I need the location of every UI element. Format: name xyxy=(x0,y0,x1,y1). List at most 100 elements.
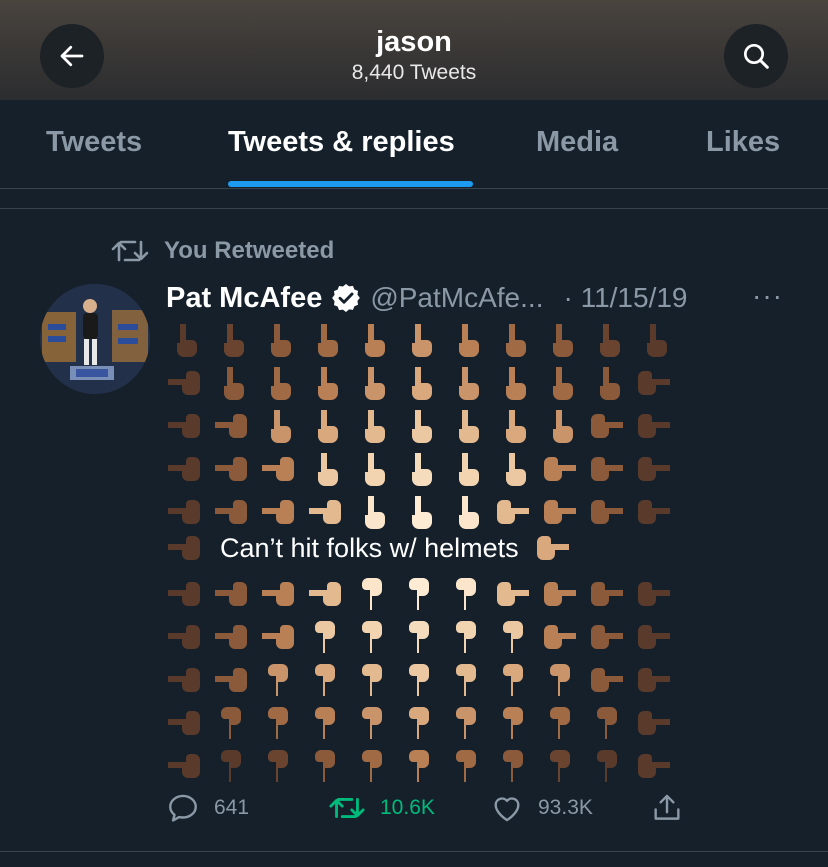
pointing-hand-emoji xyxy=(412,410,432,443)
tweet-text: Can’t hit folks w/ helmets xyxy=(220,532,519,563)
emoji-row xyxy=(166,404,670,447)
like-count: 93.3K xyxy=(538,796,593,819)
pointing-hand-emoji xyxy=(365,324,385,357)
pointing-hand-emoji xyxy=(409,578,429,610)
pointing-hand-emoji xyxy=(215,582,247,606)
emoji-art-grid xyxy=(166,318,670,533)
emoji-row xyxy=(166,615,670,658)
pointing-hand-emoji xyxy=(544,582,576,606)
emoji-row xyxy=(166,572,670,615)
pointing-hand-emoji xyxy=(362,621,382,653)
pointing-hand-emoji xyxy=(215,625,247,649)
pointing-hand-emoji xyxy=(638,668,670,692)
tweet-count: 8,440 Tweets xyxy=(351,61,477,84)
retweet-button[interactable]: 10.6K xyxy=(328,788,435,828)
pointing-hand-emoji xyxy=(268,664,288,696)
pointing-hand-emoji xyxy=(503,621,523,653)
pointing-hand-emoji xyxy=(271,367,291,400)
pointing-hand-emoji xyxy=(221,707,241,739)
avatar[interactable] xyxy=(40,284,150,394)
emoji-row xyxy=(166,318,670,361)
tab-likes[interactable]: Likes xyxy=(706,126,780,159)
tweet-actions: 641 10.6K 93.3K xyxy=(166,788,706,828)
pointing-hand-emoji xyxy=(591,414,623,438)
emoji-row xyxy=(166,701,670,744)
pointing-hand-emoji xyxy=(412,453,432,486)
pointing-hand-emoji xyxy=(638,371,670,395)
pointing-hand-emoji xyxy=(638,414,670,438)
pointing-hand-emoji xyxy=(456,707,476,739)
pointing-hand-emoji xyxy=(168,754,200,778)
pointing-hand-emoji xyxy=(362,707,382,739)
pointing-hand-emoji xyxy=(591,582,623,606)
pointing-hand-emoji xyxy=(544,625,576,649)
pointing-hand-emoji xyxy=(553,324,573,357)
tab-tweets[interactable]: Tweets xyxy=(46,126,142,159)
pointing-hand-emoji xyxy=(318,367,338,400)
like-button[interactable]: 93.3K xyxy=(490,788,593,828)
pointing-hand-emoji xyxy=(365,410,385,443)
divider xyxy=(0,208,828,209)
pointing-hand-emoji xyxy=(168,668,200,692)
search-button[interactable] xyxy=(724,24,788,88)
pointing-hand-emoji xyxy=(591,668,623,692)
reply-count: 641 xyxy=(214,796,250,819)
pointing-hand-emoji xyxy=(638,582,670,606)
tweet-date[interactable]: · 11/15/19 xyxy=(563,282,687,314)
pointing-hand-emoji xyxy=(503,750,523,782)
pointing-hand-emoji xyxy=(365,367,385,400)
author-name[interactable]: Pat McAfee xyxy=(166,282,322,315)
retweet-label: You Retweeted xyxy=(164,237,335,264)
pointing-hand-emoji xyxy=(221,750,241,782)
share-button[interactable] xyxy=(650,788,684,828)
profile-header: jason 8,440 Tweets xyxy=(0,0,828,100)
pointing-hand-emoji xyxy=(638,625,670,649)
pointing-hand-emoji xyxy=(309,582,341,606)
tab-media[interactable]: Media xyxy=(536,126,618,159)
pointing-hand-emoji xyxy=(506,453,526,486)
pointing-hand-emoji xyxy=(315,707,335,739)
pointing-hand-emoji xyxy=(506,410,526,443)
pointing-hand-emoji xyxy=(638,754,670,778)
pointing-hand-emoji xyxy=(638,500,670,524)
emoji-row xyxy=(166,744,670,787)
pointing-hand-emoji xyxy=(271,324,291,357)
pointing-hand-emoji xyxy=(456,664,476,696)
pointing-hand-emoji xyxy=(503,707,523,739)
pointing-hand-emoji xyxy=(503,664,523,696)
pointing-hand-emoji xyxy=(456,750,476,782)
pointing-hand-emoji xyxy=(177,324,197,357)
pointing-hand-emoji xyxy=(215,668,247,692)
tweet-text-row: Can’t hit folks w/ helmets xyxy=(166,525,573,571)
reply-icon xyxy=(169,794,197,822)
pointing-hand-emoji xyxy=(409,664,429,696)
active-tab-indicator xyxy=(228,181,473,187)
pointing-hand-emoji xyxy=(315,750,335,782)
pointing-hand-emoji xyxy=(168,414,200,438)
pointing-hand-emoji xyxy=(638,457,670,481)
tab-tweets-replies[interactable]: Tweets & replies xyxy=(228,126,455,159)
reply-button[interactable]: 641 xyxy=(166,788,249,828)
pointing-hand-emoji xyxy=(224,324,244,357)
pointing-hand-emoji xyxy=(362,750,382,782)
pointing-hand-emoji xyxy=(262,457,294,481)
pointing-hand-emoji xyxy=(591,500,623,524)
retweet-count: 10.6K xyxy=(380,796,435,819)
pointing-hand-emoji xyxy=(647,324,667,357)
pointing-hand-emoji xyxy=(506,324,526,357)
pointing-hand-emoji xyxy=(553,367,573,400)
author-handle[interactable]: @PatMcAfe... xyxy=(370,282,543,314)
pointing-hand-emoji xyxy=(459,324,479,357)
pointing-hand-emoji xyxy=(544,457,576,481)
tweet-author-row: Pat McAfee @PatMcAfe... · 11/15/19 xyxy=(166,280,688,316)
pointing-hand-emoji xyxy=(318,324,338,357)
pointing-hand-emoji xyxy=(318,453,338,486)
pointing-hand-emoji xyxy=(271,410,291,443)
more-options-icon[interactable]: ··· xyxy=(752,280,783,312)
pointing-hand-emoji xyxy=(215,457,247,481)
pointing-hand-emoji xyxy=(318,410,338,443)
pointing-hand-emoji xyxy=(459,453,479,486)
pointing-hand-emoji xyxy=(168,536,200,560)
pointing-hand-emoji xyxy=(409,750,429,782)
retweet-context: You Retweeted xyxy=(110,236,334,266)
